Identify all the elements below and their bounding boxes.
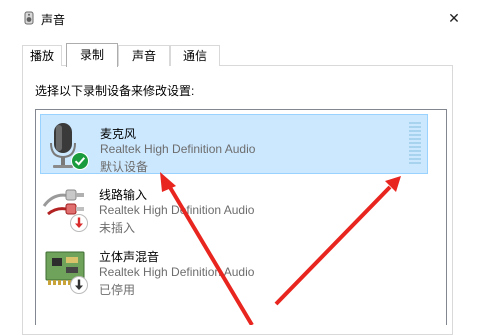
unplugged-badge-icon [70,214,88,235]
tab-recording[interactable]: 录制 [66,43,118,67]
device-name: 麦克风 [100,127,137,141]
device-name: 线路输入 [99,188,148,202]
close-icon: ✕ [448,9,460,26]
level-meter [409,122,421,166]
tab-playback[interactable]: 播放 [22,45,62,66]
title-bar[interactable]: 声音 ✕ [0,0,477,36]
device-item-stereo-mix[interactable]: 立体声混音 Realtek High Definition Audio 已停用 [40,238,428,298]
device-driver: Realtek High Definition Audio [99,265,255,279]
tab-communications[interactable]: 通信 [170,45,220,66]
device-status: 未插入 [99,221,136,235]
sound-dialog: 声音 ✕ 播放 录制 声音 通信 选择以下录制设备来修改设置: 麦克风 Real… [0,0,477,335]
recording-device-list[interactable]: 麦克风 Realtek High Definition Audio 默认设备 线… [35,109,447,325]
disabled-badge-icon [70,276,88,297]
speaker-icon [22,11,36,25]
device-status: 已停用 [99,283,136,297]
device-item-microphone[interactable]: 麦克风 Realtek High Definition Audio 默认设备 [40,114,428,174]
device-status: 默认设备 [100,160,149,174]
close-button[interactable]: ✕ [431,0,477,36]
device-driver: Realtek High Definition Audio [100,142,256,156]
device-driver: Realtek High Definition Audio [99,203,255,217]
tab-sounds[interactable]: 声音 [118,45,170,66]
device-name: 立体声混音 [99,250,160,264]
instruction-text: 选择以下录制设备来修改设置: [35,84,195,98]
window-title: 声音 [41,13,66,27]
check-badge-icon [71,152,89,173]
device-item-line-in[interactable]: 线路输入 Realtek High Definition Audio 未插入 [40,176,428,236]
